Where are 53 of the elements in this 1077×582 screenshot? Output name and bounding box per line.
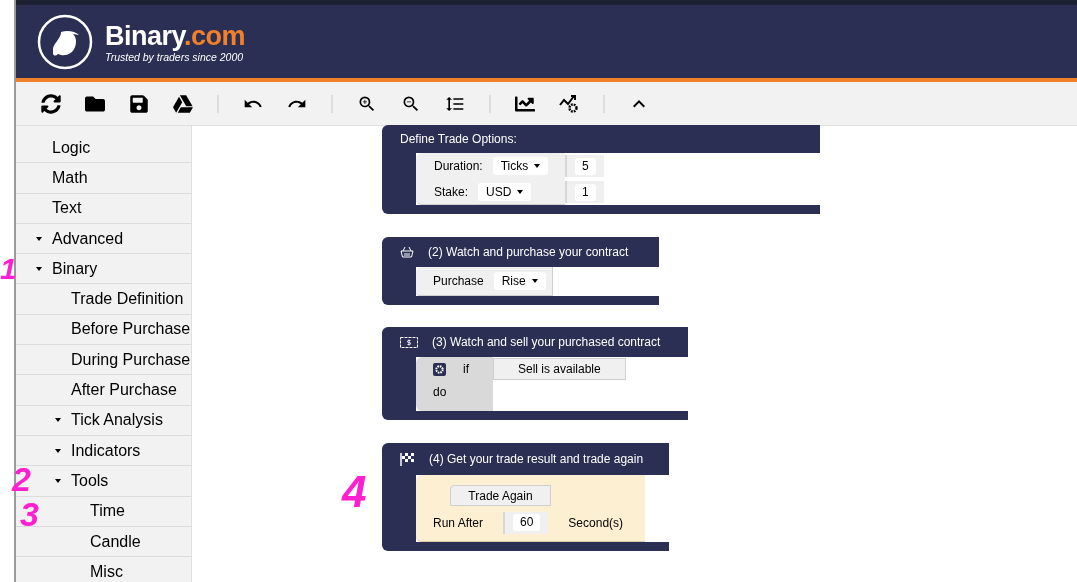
handwritten-number: 4: [342, 470, 367, 514]
gear-icon[interactable]: [433, 362, 446, 376]
category-item[interactable]: After Purchase: [16, 375, 191, 406]
expand-caret-icon: [55, 418, 61, 423]
field-label: Run After: [433, 514, 485, 532]
category-item[interactable]: During Purchase: [16, 345, 191, 376]
block-title: (2) Watch and purchase your contract: [428, 244, 629, 261]
tagline: Trusted by traders since 2000: [105, 50, 245, 63]
expand-caret-icon: [55, 448, 61, 453]
block-title: (4) Get your trade result and trade again: [429, 451, 644, 468]
category-item[interactable]: Binary: [16, 254, 191, 285]
number-field[interactable]: 1: [575, 183, 596, 201]
field-label: Stake:: [434, 183, 469, 201]
block-title: (3) Watch and sell your purchased contract: [432, 334, 661, 351]
dropdown[interactable]: Rise: [493, 272, 546, 290]
number-field[interactable]: 60: [513, 514, 541, 531]
checkered-flag-icon: [400, 452, 415, 466]
logo-icon: [37, 13, 93, 70]
block-header[interactable]: Define Trade Options:: [382, 125, 820, 153]
category-item[interactable]: Trade Definition: [16, 284, 191, 315]
trade-again-block[interactable]: Trade Again: [450, 485, 551, 506]
do-label: do: [433, 384, 447, 401]
caret-icon: [517, 189, 524, 194]
category-item[interactable]: Math: [16, 163, 191, 194]
dropdown[interactable]: USD: [478, 182, 532, 201]
category-item[interactable]: Text: [16, 193, 191, 224]
dropdown[interactable]: Ticks: [492, 157, 549, 175]
if-label: if: [463, 361, 469, 378]
caret-icon: [534, 164, 541, 168]
category-item[interactable]: Tick Analysis: [16, 405, 191, 436]
expand-caret-icon: [36, 266, 42, 271]
condition-block[interactable]: Sell is available: [493, 358, 626, 380]
category-item[interactable]: Misc: [16, 557, 191, 582]
category-item[interactable]: Logic: [16, 133, 191, 164]
category-item[interactable]: Advanced: [16, 223, 191, 255]
category-item[interactable]: Before Purchase: [16, 314, 191, 346]
number-field[interactable]: 5: [575, 157, 596, 175]
basket-icon: [400, 246, 414, 258]
brand-name: Binary.com: [105, 20, 246, 51]
expand-caret-icon: [36, 236, 42, 241]
block-title: Define Trade Options:: [400, 131, 517, 148]
block-header[interactable]: (4) Get your trade result and trade again: [382, 443, 669, 475]
expand-caret-icon: [55, 478, 61, 483]
category-item[interactable]: Candle: [16, 526, 191, 558]
field-label: Duration:: [434, 158, 483, 175]
category-item[interactable]: Indicators: [16, 435, 191, 467]
caret-icon: [531, 279, 538, 283]
block-header[interactable]: (2) Watch and purchase your contract: [382, 237, 659, 267]
field-label: Purchase: [433, 273, 484, 290]
handwritten-number: 1: [0, 254, 17, 284]
banknote-icon: [400, 336, 418, 348]
unit-label: Second(s): [568, 514, 624, 532]
block-header[interactable]: (3) Watch and sell your purchased contract: [382, 327, 688, 357]
